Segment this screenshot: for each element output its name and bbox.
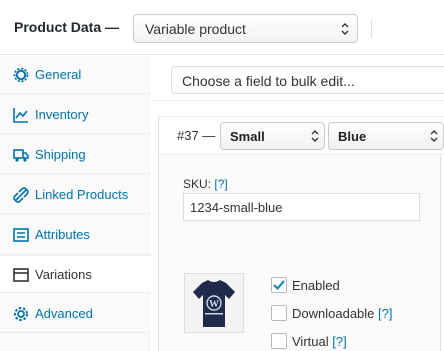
downloadable-help-link[interactable]: [?] <box>378 306 392 321</box>
truck-icon <box>13 149 29 162</box>
variations-panel: Choose a field to bulk edit... #37 — Sma… <box>151 56 444 351</box>
variation-number: #37 — <box>177 128 216 143</box>
variation-header[interactable]: #37 — Small Blue <box>158 116 444 154</box>
tab-linked-products-label: Linked Products <box>35 187 129 202</box>
tab-attributes[interactable]: Attributes <box>0 216 150 254</box>
virtual-label: Virtual [?] <box>292 334 347 349</box>
tab-general[interactable]: General <box>0 56 150 94</box>
grid-icon <box>13 268 29 282</box>
cog-icon <box>14 307 28 321</box>
virtual-help-link[interactable]: [?] <box>332 334 346 349</box>
product-data-header: Product Data — Variable product <box>0 0 444 55</box>
tshirt-image: W <box>185 274 243 332</box>
enabled-label-text: Enabled <box>292 278 340 293</box>
tab-shipping[interactable]: Shipping <box>0 136 150 174</box>
bulk-edit-select[interactable]: Choose a field to bulk edit... <box>171 66 444 94</box>
variation-details: SKU: [?] 1234-small-blue W Enabled Downl… <box>158 154 444 351</box>
downloadable-label: Downloadable [?] <box>292 306 393 321</box>
tab-shipping-label: Shipping <box>35 147 86 162</box>
variation-image[interactable]: W <box>184 273 244 333</box>
link-icon <box>13 187 29 203</box>
sku-label-text: SKU: <box>183 177 212 191</box>
downloadable-checkbox[interactable] <box>271 305 287 321</box>
tab-linked-products[interactable]: Linked Products <box>0 176 150 214</box>
sku-label: SKU: [?] <box>183 177 228 191</box>
size-select[interactable]: Small <box>220 122 325 150</box>
product-data-tabs: General Inventory Shipping Linked Produc… <box>0 56 151 351</box>
bulk-edit-toolbar: Choose a field to bulk edit... <box>151 56 444 101</box>
virtual-label-text: Virtual <box>292 334 329 349</box>
tab-inventory-label: Inventory <box>35 107 89 122</box>
product-type-value: Variable product <box>145 21 246 37</box>
product-data-title: Product Data — <box>14 19 120 35</box>
color-value: Blue <box>338 129 367 144</box>
chart-icon <box>13 108 28 123</box>
right-column-edge <box>440 155 444 351</box>
color-select[interactable]: Blue <box>328 122 444 150</box>
tab-advanced[interactable]: Advanced <box>0 295 150 333</box>
list-icon <box>13 228 29 242</box>
header-divider <box>371 20 372 38</box>
sku-help-link[interactable]: [?] <box>214 177 227 191</box>
checkmark-icon <box>273 280 285 291</box>
enabled-checkbox[interactable] <box>271 277 287 293</box>
chevron-updown-icon <box>341 23 349 35</box>
tab-advanced-label: Advanced <box>35 306 93 321</box>
size-value: Small <box>230 129 265 144</box>
tab-variations[interactable]: Variations <box>0 255 151 293</box>
gear-icon <box>13 67 29 83</box>
chevron-updown-icon <box>430 130 438 142</box>
virtual-checkbox[interactable] <box>271 333 287 349</box>
tab-general-label: General <box>35 67 82 82</box>
svg-text:W: W <box>209 299 219 310</box>
chevron-updown-icon <box>311 130 319 142</box>
tab-attributes-label: Attributes <box>35 227 90 242</box>
sku-input[interactable]: 1234-small-blue <box>183 193 420 221</box>
tab-variations-label: Variations <box>35 267 92 282</box>
tab-inventory[interactable]: Inventory <box>0 96 150 134</box>
bulk-edit-value: Choose a field to bulk edit... <box>182 73 355 89</box>
product-type-select[interactable]: Variable product <box>133 14 358 43</box>
sku-input-value: 1234-small-blue <box>190 200 283 215</box>
enabled-label: Enabled <box>292 278 340 293</box>
downloadable-label-text: Downloadable <box>292 306 375 321</box>
